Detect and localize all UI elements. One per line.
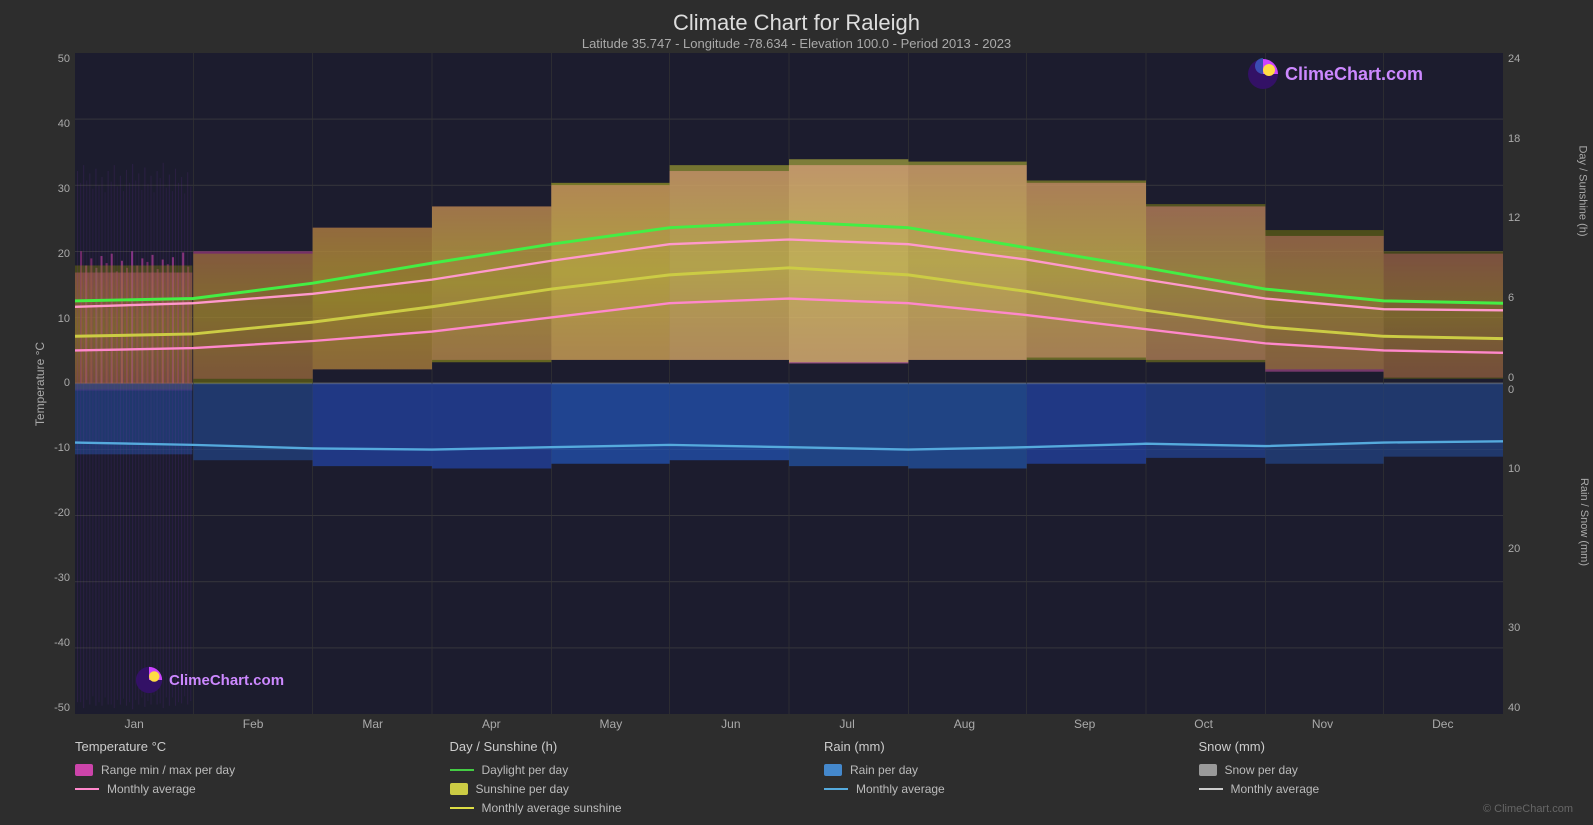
legend-area: Temperature °C Range min / max per day M… [20,731,1573,815]
legend-daylight: Daylight per day [450,763,825,777]
legend-sunshine-title: Day / Sunshine (h) [450,739,825,754]
y-axis-right-top-label: Day / Sunshine (h) [1576,146,1588,237]
legend-rain-title: Rain (mm) [824,739,1199,754]
month-apr: Apr [482,717,501,731]
logo-icon-top [1247,58,1279,90]
legend-temperature: Temperature °C Range min / max per day M… [75,739,450,815]
chart-title: Climate Chart for Raleigh [20,10,1573,36]
month-oct: Oct [1194,717,1213,731]
legend-sunshine: Day / Sunshine (h) Daylight per day Suns… [450,739,825,815]
legend-temp-range: Range min / max per day [75,763,450,777]
month-nov: Nov [1312,717,1333,731]
rain-avg-swatch [824,788,848,790]
legend-snow-avg: Monthly average [1199,782,1574,796]
chart-subtitle: Latitude 35.747 - Longitude -78.634 - El… [20,36,1573,51]
legend-rain-per-day: Rain per day [824,763,1199,777]
daylight-line-swatch [450,769,474,771]
month-mar: Mar [362,717,383,731]
chart-area: Temperature °C 50 40 30 20 10 0 -10 -20 … [20,53,1573,714]
page-wrapper: Climate Chart for Raleigh Latitude 35.74… [0,0,1593,825]
legend-rain-avg: Monthly average [824,782,1199,796]
month-aug: Aug [954,717,975,731]
brand-name-bottom: ClimeChart.com [169,672,284,689]
snow-swatch [1199,764,1217,776]
month-jan: Jan [124,717,143,731]
month-jun: Jun [721,717,740,731]
temp-avg-line-swatch [75,788,99,790]
y-ticks-right-bottom: 0 10 20 30 40 [1503,384,1573,715]
legend-snow-per-day: Snow per day [1199,763,1574,777]
legend-sunshine-avg: Monthly average sunshine [450,801,825,815]
chart-canvas: ClimeChart.com ClimeChart.com [75,53,1503,714]
month-may: May [600,717,623,731]
logo-icon-bottom [135,666,163,694]
rain-bars [75,384,1503,469]
sunshine-swatch [450,783,468,795]
y-axis-right-bottom-label: Rain / Snow (mm) [1578,478,1590,566]
daylight-label: Daylight per day [482,763,569,777]
temp-range-swatch [75,764,93,776]
x-axis: Jan Feb Mar Apr May Jun Jul Aug Sep Oct … [75,714,1503,731]
legend-snow: Snow (mm) Snow per day Monthly average ©… [1199,739,1574,815]
y-axis-left-label: Temperature °C [33,341,47,425]
legend-temp-avg: Monthly average [75,782,450,796]
brand-name-top: ClimeChart.com [1285,64,1423,85]
sunshine-avg-swatch [450,807,474,809]
logo-bottom-left: ClimeChart.com [135,666,284,694]
legend-sunshine-per-day: Sunshine per day [450,782,825,796]
snow-avg-swatch [1199,788,1223,790]
legend-temp-title: Temperature °C [75,739,450,754]
month-sep: Sep [1074,717,1095,731]
month-feb: Feb [243,717,264,731]
y-ticks-left: 50 40 30 20 10 0 -10 -20 -30 -40 -50 [20,53,75,714]
legend-rain: Rain (mm) Rain per day Monthly average [824,739,1199,815]
logo-top-right: ClimeChart.com [1247,58,1423,90]
temp-avg-label: Monthly average [107,782,196,796]
chart-header: Climate Chart for Raleigh Latitude 35.74… [20,10,1573,51]
y-ticks-right-top: 24 18 12 6 0 [1503,53,1573,384]
snow-per-day-label: Snow per day [1225,763,1298,777]
y-axis-left: Temperature °C 50 40 30 20 10 0 -10 -20 … [20,53,75,714]
rain-avg-label: Monthly average [856,782,945,796]
legend-snow-title: Snow (mm) [1199,739,1574,754]
y-axis-right: 24 18 12 6 0 0 10 20 30 40 Day / Sunshin… [1503,53,1573,714]
temp-range-label: Range min / max per day [101,763,235,777]
month-dec: Dec [1432,717,1453,731]
snow-avg-label: Monthly average [1231,782,1320,796]
rain-per-day-label: Rain per day [850,763,918,777]
month-jul: Jul [839,717,854,731]
chart-svg [75,53,1503,714]
rain-swatch [824,764,842,776]
sunshine-per-day-label: Sunshine per day [476,782,569,796]
sunshine-avg-label: Monthly average sunshine [482,801,622,815]
copyright: © ClimeChart.com [1199,803,1574,815]
